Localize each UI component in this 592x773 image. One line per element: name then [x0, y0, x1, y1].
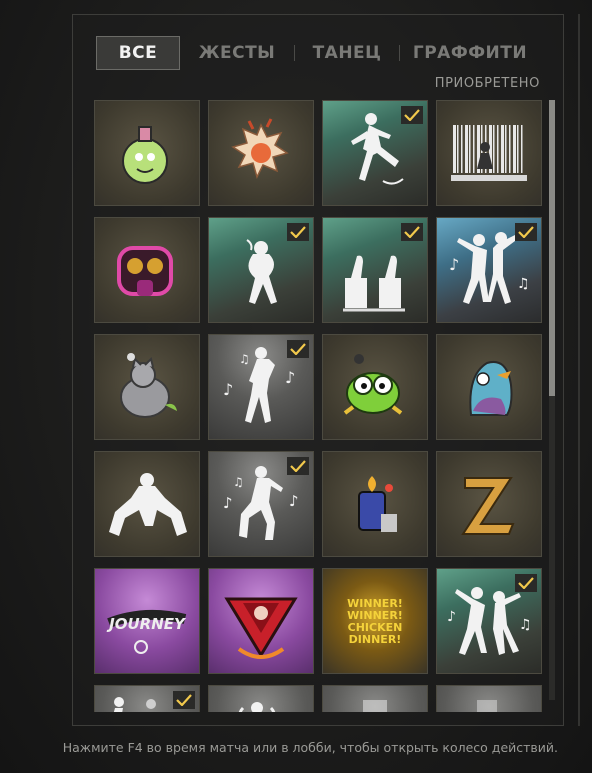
squat-emote-icon: [109, 473, 187, 536]
flame-creature-graffiti-icon: [231, 118, 289, 180]
owned-check-icon: [173, 691, 195, 709]
svg-text:♪: ♪: [289, 492, 299, 510]
category-tabs: ВСЕ ЖЕСТЫ ТАНЕЦ ГРАФФИТИ: [96, 36, 540, 70]
tab-dance[interactable]: ТАНЕЦ: [295, 36, 399, 70]
item-cell[interactable]: [94, 100, 200, 206]
chicken-cat-graffiti-icon: [120, 353, 177, 418]
item-cell[interactable]: ♫ ♪: [436, 568, 542, 674]
svg-text:JOURNEY: JOURNEY: [106, 615, 187, 633]
wolf-badge-graffiti-icon: [224, 597, 298, 659]
partial-emote-icon-2: [238, 702, 276, 712]
item-cell[interactable]: [94, 334, 200, 440]
item-cell[interactable]: [208, 217, 314, 323]
item-cell[interactable]: [94, 685, 200, 712]
items-grid: ♪ ♫ ♪ ♪ ♫ ♪ ♪ ♫ JOURNEY WINNER! WINNER! CHICKEN DINN…: [94, 100, 546, 712]
item-cell[interactable]: [322, 451, 428, 557]
svg-text:♪: ♪: [223, 494, 233, 512]
journey-graffiti-icon: JOURNEY: [106, 609, 187, 654]
potion-frog-graffiti-icon: [122, 126, 168, 184]
item-cell[interactable]: ♪ ♪ ♫: [208, 334, 314, 440]
item-cell[interactable]: [208, 685, 314, 712]
item-cell[interactable]: [94, 217, 200, 323]
owned-check-icon: [401, 106, 423, 124]
owned-check-icon: [287, 340, 309, 358]
item-cell[interactable]: [208, 568, 314, 674]
item-cell[interactable]: [208, 100, 314, 206]
owned-check-icon: [287, 223, 309, 241]
lighter-graffiti-icon: [358, 476, 397, 532]
item-cell[interactable]: ♪ ♫: [436, 217, 542, 323]
partial-emote-icon-3: [363, 700, 387, 712]
hint-text: Нажмите F4 во время матча или в лобби, ч…: [62, 740, 558, 755]
items-viewport: ♪ ♫ ♪ ♪ ♫ ♪ ♪ ♫ JOURNEY WINNER! WINNER! CHICKEN DINN…: [94, 100, 546, 712]
owned-check-icon: [515, 574, 537, 592]
item-cell[interactable]: WINNER! WINNER! CHICKEN DINNER!: [322, 568, 428, 674]
grenade-frog-graffiti-icon: [343, 354, 403, 415]
item-cell[interactable]: [322, 217, 428, 323]
cuckoo-bird-graffiti-icon: [469, 361, 513, 416]
item-cell[interactable]: [322, 685, 428, 712]
item-cell[interactable]: ♪ ♪ ♫: [208, 451, 314, 557]
tab-graffiti[interactable]: ГРАФФИТИ: [400, 36, 540, 70]
svg-text:♫: ♫: [517, 276, 530, 292]
svg-text:DINNER!: DINNER!: [349, 633, 402, 646]
panel-edge: [578, 14, 580, 726]
acquired-filter[interactable]: ПРИОБРЕТЕНО: [435, 76, 540, 91]
svg-text:♪: ♪: [449, 255, 459, 274]
svg-text:♫: ♫: [233, 475, 244, 489]
svg-text:♪: ♪: [285, 368, 295, 387]
tab-all[interactable]: ВСЕ: [96, 36, 180, 70]
item-cell[interactable]: JOURNEY: [94, 568, 200, 674]
item-cell[interactable]: [322, 334, 428, 440]
partial-emote-icon-4: [477, 700, 497, 712]
gas-mask-graffiti-icon: [117, 246, 173, 296]
svg-text:♪: ♪: [447, 609, 456, 625]
item-cell[interactable]: [436, 334, 542, 440]
item-cell[interactable]: [436, 100, 542, 206]
item-cell[interactable]: [436, 451, 542, 557]
item-cell[interactable]: [94, 451, 200, 557]
svg-text:♫: ♫: [519, 617, 532, 633]
z-letter-graffiti-icon: [461, 477, 515, 535]
tab-gestures[interactable]: ЖЕСТЫ: [180, 36, 294, 70]
item-cell[interactable]: [436, 685, 542, 712]
owned-check-icon: [515, 223, 537, 241]
owned-check-icon: [287, 457, 309, 475]
owned-check-icon: [401, 223, 423, 241]
item-cell[interactable]: [322, 100, 428, 206]
barcode-graffiti-icon: [451, 125, 527, 181]
scrollbar[interactable]: [549, 100, 555, 700]
svg-text:♪: ♪: [223, 380, 233, 399]
winner-chicken-dinner-icon: WINNER!WINNER!CHICKENDINNER!: [347, 597, 403, 646]
svg-text:♫: ♫: [239, 352, 250, 366]
scrollbar-thumb[interactable]: [549, 100, 555, 396]
